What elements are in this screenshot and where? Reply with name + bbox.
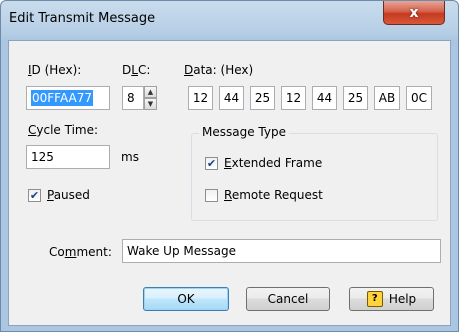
dlc-spinner[interactable]: ▲ ▼	[144, 86, 157, 110]
data-byte-5[interactable]: 44	[312, 86, 337, 110]
cycle-time-label: Cycle Time:	[28, 123, 99, 137]
comment-input[interactable]: Wake Up Message	[122, 239, 441, 263]
checkmark-icon: ✔	[206, 157, 217, 170]
id-input[interactable]: 00FFAA77	[26, 86, 110, 110]
data-label: Data: (Hex)	[184, 63, 254, 77]
close-button[interactable]: x	[383, 1, 445, 25]
window-title: Edit Transmit Message	[9, 11, 156, 26]
message-type-group	[191, 133, 438, 221]
dialog-body: ID (Hex): 00FFAA77 DLC: 8 ▲ ▼ Data: (Hex…	[8, 40, 451, 326]
spin-up-icon[interactable]: ▲	[144, 86, 157, 98]
paused-checkbox[interactable]: ✔	[28, 189, 41, 202]
remote-request-label[interactable]: Remote Request	[224, 188, 323, 202]
comment-label: Comment:	[49, 245, 112, 259]
dialog-window: Edit Transmit Message x ID (Hex): 00FFAA…	[0, 0, 459, 332]
data-byte-3[interactable]: 25	[250, 86, 275, 110]
dlc-label: DLC:	[122, 63, 151, 77]
checkmark-icon: ✔	[29, 189, 40, 202]
data-byte-2[interactable]: 44	[219, 86, 244, 110]
help-button-label: Help	[388, 292, 417, 306]
extended-frame-checkbox[interactable]: ✔	[205, 157, 218, 170]
dlc-input[interactable]: 8	[122, 86, 144, 110]
help-button[interactable]: ? Help	[349, 287, 434, 311]
remote-request-checkbox[interactable]	[205, 189, 218, 202]
id-label: ID (Hex):	[28, 63, 82, 77]
message-type-title: Message Type	[199, 125, 289, 139]
data-byte-6[interactable]: 25	[343, 86, 368, 110]
title-bar[interactable]: Edit Transmit Message x	[1, 1, 458, 39]
extended-frame-label[interactable]: Extended Frame	[224, 156, 322, 170]
data-byte-7[interactable]: AB	[374, 86, 400, 110]
close-icon: x	[409, 4, 419, 21]
ok-button[interactable]: OK	[143, 287, 229, 311]
cycle-time-input[interactable]: 125	[26, 145, 110, 169]
id-value: 00FFAA77	[31, 90, 93, 106]
data-byte-1[interactable]: 12	[188, 86, 213, 110]
data-byte-4[interactable]: 12	[281, 86, 306, 110]
cycle-time-unit: ms	[121, 150, 139, 164]
paused-label[interactable]: Paused	[47, 188, 90, 202]
data-byte-8[interactable]: 0C	[406, 86, 432, 110]
dlc-value: 8	[127, 91, 135, 105]
cancel-button[interactable]: Cancel	[246, 287, 330, 311]
help-icon: ?	[366, 291, 383, 307]
spin-down-icon[interactable]: ▼	[144, 98, 157, 110]
